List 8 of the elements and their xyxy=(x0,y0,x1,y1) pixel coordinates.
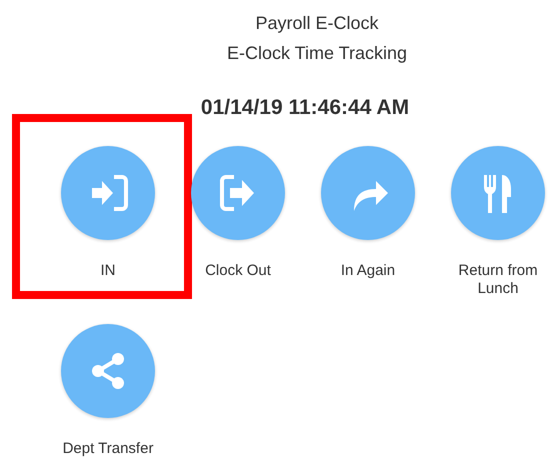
action-label: Return from Lunch xyxy=(457,262,539,298)
app-title: Payroll E-Clock xyxy=(255,12,379,35)
action-label: Dept Transfer xyxy=(62,440,154,458)
action-label: IN xyxy=(100,262,116,280)
date-time: 01/14/19 11:46:44 AM xyxy=(200,96,410,119)
app-subtitle: E-Clock Time Tracking xyxy=(226,42,408,65)
action-label: Clock Out xyxy=(204,262,272,280)
action-label: In Again xyxy=(340,262,396,280)
